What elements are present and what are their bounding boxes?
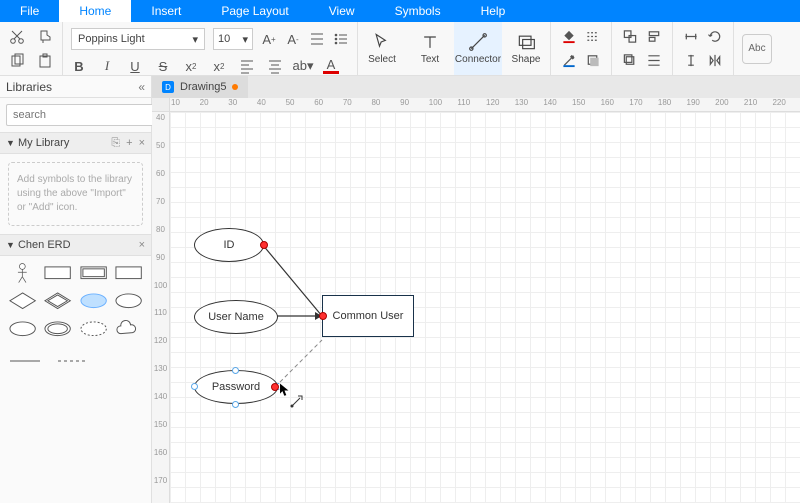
connector-cursor-icon <box>290 394 304 408</box>
libraries-sidebar: Libraries « ▼ My Library ⎘ + × Add symbo… <box>0 76 152 503</box>
mylibrary-title[interactable]: My Library <box>18 137 69 149</box>
stencil-weak-relationship[interactable] <box>43 290 72 312</box>
copy-icon[interactable] <box>8 52 26 70</box>
import-library-icon[interactable]: ⎘ <box>111 137 120 150</box>
collapse-sidebar-icon[interactable]: « <box>138 80 145 94</box>
stencil-derived[interactable] <box>79 318 108 340</box>
chevron-down-icon: ▾ <box>242 33 248 46</box>
fill-color-icon[interactable] <box>559 27 579 47</box>
menu-help[interactable]: Help <box>461 0 526 22</box>
stencil-line-solid[interactable] <box>10 350 40 372</box>
connector-tool[interactable]: Connector <box>454 22 502 75</box>
bring-front-icon[interactable] <box>620 51 640 71</box>
decrease-font-icon[interactable]: A- <box>285 31 301 47</box>
stencil-actor[interactable] <box>8 262 37 284</box>
stencil-entity2[interactable] <box>114 262 143 284</box>
connection-point[interactable] <box>260 241 268 249</box>
close-library-icon[interactable]: × <box>139 137 145 150</box>
cut-icon[interactable] <box>8 28 26 46</box>
menu-file[interactable]: File <box>0 0 59 22</box>
font-family-select[interactable]: Poppins Light▾ <box>71 28 205 50</box>
unsaved-dot-icon <box>232 84 238 90</box>
paste-icon[interactable] <box>36 52 54 70</box>
stencil-cloud[interactable] <box>114 318 143 340</box>
canvas[interactable]: 1020304050607080901001101201301401501601… <box>152 98 800 503</box>
shadow-icon[interactable] <box>583 51 603 71</box>
close-chen-icon[interactable]: × <box>139 239 145 251</box>
strike-button[interactable]: S <box>155 58 171 74</box>
canvas-grid: ID User Name Common User Password <box>170 112 800 503</box>
document-tab-label: Drawing5 <box>180 81 226 93</box>
align-left-icon[interactable] <box>239 58 255 74</box>
italic-button[interactable]: I <box>99 58 115 74</box>
menu-page-layout[interactable]: Page Layout <box>201 0 308 22</box>
distribute-icon[interactable] <box>644 51 664 71</box>
same-height-icon[interactable] <box>681 51 701 71</box>
doc-icon: D <box>162 81 174 93</box>
chen-stencil-grid <box>0 256 151 346</box>
stencil-line-dashed[interactable] <box>58 350 88 372</box>
sup-button[interactable]: x2 <box>211 58 227 74</box>
ribbon: Poppins Light▾ 10▾ A+ A- B I U S x2 x2 a… <box>0 22 800 76</box>
group-icon[interactable] <box>620 27 640 47</box>
chevron-down-icon: ▾ <box>192 33 198 46</box>
vertical-ruler: 405060708090100110120130140150160170 <box>152 112 170 503</box>
font-color-icon[interactable]: A <box>323 58 339 74</box>
connection-point[interactable] <box>319 312 327 320</box>
menu-insert[interactable]: Insert <box>131 0 201 22</box>
font-size-select[interactable]: 10▾ <box>213 28 253 50</box>
size-group <box>681 27 725 71</box>
select-tool[interactable]: Select <box>358 22 406 75</box>
chen-erd-title[interactable]: Chen ERD <box>18 239 71 251</box>
libraries-title: Libraries <box>6 80 52 94</box>
spellcheck-button[interactable]: Abc <box>742 34 772 64</box>
bold-button[interactable]: B <box>71 58 87 74</box>
document-tab[interactable]: D Drawing5 <box>152 76 248 98</box>
stencil-attribute3[interactable] <box>8 318 37 340</box>
text-tool[interactable]: Text <box>406 22 454 75</box>
menu-home[interactable]: Home <box>59 0 131 22</box>
case-button[interactable]: ab▾ <box>295 58 311 74</box>
horizontal-ruler: 1020304050607080901001101201301401501601… <box>170 98 800 112</box>
entity-common-user[interactable]: Common User <box>322 295 414 337</box>
canvas-area: D Drawing5 10203040506070809010011012013… <box>152 76 800 503</box>
stencil-attribute[interactable] <box>79 290 108 312</box>
bullets-icon[interactable] <box>333 31 349 47</box>
rotate-icon[interactable] <box>705 27 725 47</box>
sub-button[interactable]: x2 <box>183 58 199 74</box>
underline-button[interactable]: U <box>127 58 143 74</box>
selection-handle[interactable] <box>232 367 239 374</box>
menu-view[interactable]: View <box>309 0 375 22</box>
stencil-entity[interactable] <box>43 262 72 284</box>
fill-style-group <box>559 27 603 71</box>
ruler-corner <box>152 98 170 112</box>
shape-tool[interactable]: Shape <box>502 22 550 75</box>
arrange-group <box>620 27 664 71</box>
selection-handle[interactable] <box>232 401 239 408</box>
flip-icon[interactable] <box>705 51 725 71</box>
line-color-icon[interactable] <box>559 51 579 71</box>
library-search-input[interactable] <box>6 104 162 126</box>
menubar: File Home Insert Page Layout View Symbol… <box>0 0 800 22</box>
stencil-relationship[interactable] <box>8 290 37 312</box>
stencil-attribute2[interactable] <box>114 290 143 312</box>
stencil-weak-entity[interactable] <box>79 262 108 284</box>
align-objects-icon[interactable] <box>644 27 664 47</box>
add-library-icon[interactable]: + <box>126 137 132 150</box>
line-spacing-icon[interactable] <box>309 31 325 47</box>
mylibrary-hint: Add symbols to the library using the abo… <box>8 162 143 226</box>
attribute-id[interactable]: ID <box>194 228 264 262</box>
menu-symbols[interactable]: Symbols <box>375 0 461 22</box>
selection-handle[interactable] <box>191 383 198 390</box>
align-mid-icon[interactable] <box>267 58 283 74</box>
line-style-icon[interactable] <box>583 27 603 47</box>
increase-font-icon[interactable]: A+ <box>261 31 277 47</box>
attribute-password[interactable]: Password <box>194 370 278 404</box>
attribute-username[interactable]: User Name <box>194 300 278 334</box>
same-width-icon[interactable] <box>681 27 701 47</box>
stencil-multival[interactable] <box>43 318 72 340</box>
format-painter-icon[interactable] <box>36 28 54 46</box>
